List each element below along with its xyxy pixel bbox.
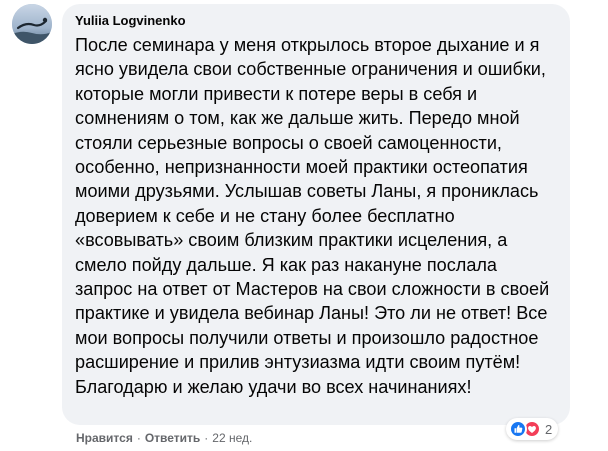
comment-actions: Нравится · Ответить · 22 нед.: [76, 430, 252, 446]
comment-timestamp[interactable]: 22 нед.: [212, 430, 252, 446]
separator: ·: [136, 431, 141, 445]
comment-author[interactable]: Yuliia Logvinenko: [75, 13, 186, 29]
separator: ·: [204, 431, 209, 445]
like-button[interactable]: Нравится: [76, 430, 133, 446]
like-icon: [509, 420, 527, 438]
comment-bubble: Yuliia Logvinenko После семинара у меня …: [62, 4, 570, 425]
reactions-summary[interactable]: 2: [506, 418, 559, 440]
comment-text: После семинара у меня открылось второе д…: [75, 35, 550, 397]
reply-button[interactable]: Ответить: [145, 430, 200, 446]
avatar[interactable]: [12, 4, 52, 44]
reaction-count: 2: [545, 421, 553, 437]
